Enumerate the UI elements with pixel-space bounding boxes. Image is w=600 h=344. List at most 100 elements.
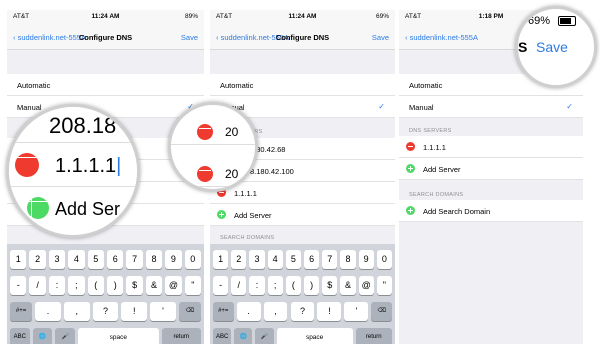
save-button[interactable]: Save	[536, 39, 568, 55]
key-0[interactable]: 0	[184, 250, 201, 269]
key-space[interactable]: space	[78, 328, 159, 344]
add-server-row[interactable]: Add Server	[399, 158, 583, 180]
key-symbol[interactable]: &	[145, 276, 163, 295]
key-symbol[interactable]: !	[317, 302, 342, 321]
key-symbol[interactable]: "	[184, 276, 201, 295]
key-symbol[interactable]: .	[236, 302, 261, 321]
key-abc[interactable]: ABC	[213, 328, 232, 344]
dns-server-row[interactable]: 1.1.1.1	[399, 136, 583, 158]
key-0[interactable]: 0	[376, 250, 392, 269]
key-symbol[interactable]: (	[87, 276, 104, 295]
key-symbol[interactable]: "	[376, 276, 392, 295]
key-symbol[interactable]: $	[322, 276, 338, 295]
key-symbol[interactable]: '	[150, 302, 176, 321]
key-symbol[interactable]: /	[29, 276, 46, 295]
save-button[interactable]: Save	[181, 33, 198, 42]
microphone-icon[interactable]: 🎤	[255, 328, 274, 344]
key-7[interactable]: 7	[322, 250, 338, 269]
key-symbol[interactable]: ,	[63, 302, 90, 321]
key-symbol[interactable]: :	[249, 276, 265, 295]
save-button[interactable]: Save	[372, 33, 389, 42]
key-symbol[interactable]: (	[285, 276, 301, 295]
keyboard: 1 2 3 4 5 6 7 8 9 0 - /:;() $ & @ " #+=.,?! ' ⌫ ABC 🌐 🎤 space r…	[7, 244, 204, 344]
magnified-dns-2-text: 1.1.1.1	[55, 155, 117, 177]
key-6[interactable]: 6	[107, 250, 124, 269]
key-symbol[interactable]: !	[121, 302, 148, 321]
delete-icon	[197, 124, 213, 140]
add-icon	[406, 206, 415, 215]
battery-percent: 89%	[184, 13, 198, 20]
key-symbol[interactable]: ?	[92, 302, 119, 321]
key-symbol[interactable]: -	[10, 276, 27, 295]
delete-icon	[197, 166, 213, 182]
key-return[interactable]: return	[161, 328, 201, 344]
add-icon	[217, 210, 226, 219]
key-space[interactable]: space	[276, 328, 353, 344]
status-bar: AT&T 11:24 AM 89%	[7, 10, 204, 24]
key-more-symbols[interactable]: #+=	[213, 302, 234, 321]
key-2[interactable]: 2	[231, 250, 247, 269]
dns-server-value[interactable]: 1.1.1.1	[234, 189, 257, 198]
key-8[interactable]: 8	[145, 250, 163, 269]
automatic-label: Automatic	[220, 81, 254, 90]
key-abc[interactable]: ABC	[10, 328, 30, 344]
key-symbol[interactable]: $	[126, 276, 143, 295]
delete-icon[interactable]	[406, 142, 415, 151]
key-symbol[interactable]: ;	[267, 276, 283, 295]
key-symbol[interactable]: '	[344, 302, 369, 321]
key-8[interactable]: 8	[340, 250, 356, 269]
key-4[interactable]: 4	[68, 250, 85, 269]
back-label: suddenlink.net-555A	[409, 33, 478, 42]
globe-icon[interactable]: 🌐	[32, 328, 53, 344]
key-1[interactable]: 1	[213, 250, 229, 269]
key-symbol[interactable]: @	[358, 276, 374, 295]
battery-fill	[560, 18, 571, 24]
key-symbol[interactable]: &	[340, 276, 356, 295]
manual-row[interactable]: Manual ✓	[399, 96, 583, 118]
magnifier-save: 69% S Save	[515, 6, 597, 88]
backspace-icon[interactable]: ⌫	[371, 302, 392, 321]
add-search-domain-row[interactable]: Add Search Domain	[399, 200, 583, 222]
magnified-battery-percent: 69%	[528, 15, 551, 27]
add-server-row[interactable]: Add Server	[210, 204, 395, 226]
checkmark-icon: ✓	[566, 102, 573, 111]
automatic-row[interactable]: Automatic	[210, 74, 395, 96]
key-3[interactable]: 3	[249, 250, 265, 269]
key-9[interactable]: 9	[165, 250, 182, 269]
key-symbol[interactable]: ;	[68, 276, 85, 295]
key-2[interactable]: 2	[29, 250, 46, 269]
key-5[interactable]: 5	[285, 250, 301, 269]
key-symbol[interactable]: ?	[290, 302, 315, 321]
magnifier-dns-entries: 208.18 1.1.1.1| Add Ser	[6, 104, 140, 238]
key-4[interactable]: 4	[267, 250, 283, 269]
dns-server-value: 1.1.1.1	[423, 143, 446, 152]
backspace-icon[interactable]: ⌫	[178, 302, 201, 321]
text-cursor: |	[116, 155, 122, 177]
key-symbol[interactable]: /	[231, 276, 247, 295]
key-symbol[interactable]: )	[304, 276, 320, 295]
magnified-row	[171, 119, 255, 145]
search-domains-header: SEARCH DOMAINS	[409, 192, 464, 198]
key-more-symbols[interactable]: #+=	[10, 302, 33, 321]
key-9[interactable]: 9	[358, 250, 374, 269]
key-symbol[interactable]: @	[165, 276, 182, 295]
magnified-dns-2: 20	[225, 167, 239, 181]
key-7[interactable]: 7	[126, 250, 143, 269]
screenshot-stage: AT&T 11:24 AM 89% ‹ suddenlink.net-555A …	[0, 0, 600, 344]
key-symbol[interactable]: )	[107, 276, 124, 295]
key-symbol[interactable]: ,	[263, 302, 288, 321]
magnifier-delete-buttons: 20 20	[168, 102, 258, 192]
back-button[interactable]: ‹ suddenlink.net-555A	[405, 33, 478, 42]
globe-icon[interactable]: 🌐	[234, 328, 253, 344]
key-1[interactable]: 1	[10, 250, 27, 269]
microphone-icon[interactable]: 🎤	[55, 328, 76, 344]
checkmark-icon: ✓	[378, 102, 385, 111]
key-3[interactable]: 3	[48, 250, 66, 269]
key-6[interactable]: 6	[304, 250, 320, 269]
key-symbol[interactable]: -	[213, 276, 229, 295]
automatic-row[interactable]: Automatic	[7, 74, 204, 96]
key-symbol[interactable]: .	[35, 302, 61, 321]
key-symbol[interactable]: :	[48, 276, 66, 295]
key-return[interactable]: return	[355, 328, 392, 344]
key-5[interactable]: 5	[87, 250, 104, 269]
